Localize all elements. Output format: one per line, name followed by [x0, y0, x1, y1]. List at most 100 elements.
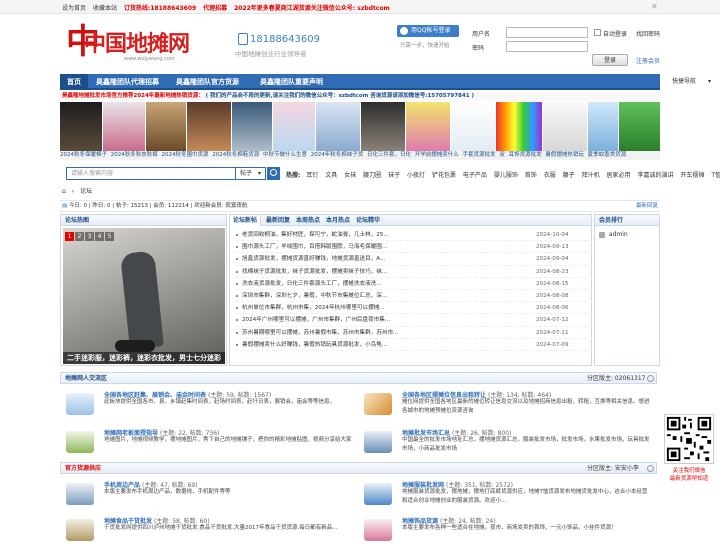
thread-title[interactable]: 旭鑫货源批发，摆摊货源直好赚钱，地摊货源直送目，A...	[242, 253, 462, 265]
slide-dot[interactable]: 3	[85, 232, 94, 241]
tab-latest-reply[interactable]: 最新回复	[266, 215, 290, 226]
product-image[interactable]	[316, 102, 360, 151]
forum-icon[interactable]	[66, 431, 94, 453]
search-scope-select[interactable]: 帖子 ▾	[236, 167, 266, 180]
hot-search-term[interactable]: 耳钉	[306, 172, 318, 179]
slide-dot[interactable]: 2	[75, 232, 84, 241]
hot-search-term[interactable]: 电子产品	[463, 172, 487, 179]
tab-month-hot[interactable]: 本月热点	[326, 215, 350, 226]
hot-search-term[interactable]: 小夜灯	[407, 172, 425, 179]
banner-caption[interactable]: 双	[499, 152, 505, 158]
hot-search-term[interactable]: T恤	[711, 172, 720, 179]
forum-icon[interactable]	[66, 519, 94, 541]
slide-dot[interactable]: 4	[95, 232, 104, 241]
ranking-username[interactable]: admin	[609, 231, 628, 238]
slide-dot[interactable]: 5	[105, 232, 114, 241]
section-moderator[interactable]: 分区版主: 02061317	[587, 373, 645, 384]
thread-title[interactable]: 围巾源头工厂，羊绒围巾，百搭韩版围脖，马海毛保暖围...	[242, 241, 462, 253]
thread-row[interactable]: 2024年广州哪里可以摆摊，广州市集群，广州后盘荷市集... 2024-07-12	[236, 314, 592, 327]
latest-reply-link[interactable]: 最新回复	[636, 201, 658, 212]
login-button[interactable]: 登录	[592, 54, 628, 66]
hot-search-term[interactable]: 文具	[325, 172, 337, 179]
register-link[interactable]: 注册会员	[636, 56, 660, 65]
thread-row[interactable]: 围巾源头工厂，羊绒围巾，百搭韩版围脖，马海毛保暖围... 2024-09-13	[236, 241, 592, 254]
product-image[interactable]	[496, 102, 542, 151]
collapse-icon[interactable]	[647, 375, 654, 382]
find-password-link[interactable]: 找回密码	[636, 29, 660, 38]
thread-row[interactable]: 深圳市集群，深圳七夕，暑假，中秋节市集摊位汇总，深... 2024-08-08	[236, 290, 592, 303]
password-input[interactable]	[506, 41, 588, 52]
hot-search-term[interactable]: 开车摆摊	[680, 172, 704, 179]
hot-search-term[interactable]: 女袜	[344, 172, 356, 179]
thread-row[interactable]: 旭鑫货源批发，摆摊货源直好赚钱，地摊货源直送目，A... 2024-09-04	[236, 253, 592, 266]
section-header[interactable]: 地摊网人交流区 分区版主: 02061317	[60, 372, 657, 384]
slide-caption[interactable]: 二手迷彩服，迷彩裤，迷彩衣批发，男士七分迷彩	[63, 352, 225, 364]
forum-item[interactable]: 全国各地区赶集、展销会、庙会时间表 (主题: 59, 帖数: 1567) 此板块…	[64, 390, 356, 418]
product-image[interactable]	[273, 102, 315, 151]
banner-caption[interactable]: 2024年秋冬棉袜子货	[311, 152, 364, 158]
tab-week-hot[interactable]: 本周热点	[296, 215, 320, 226]
product-image[interactable]	[232, 102, 272, 151]
hot-search-term[interactable]: 李嘉诚的演讲	[637, 172, 673, 179]
product-image[interactable]	[146, 102, 186, 151]
forum-icon[interactable]	[364, 431, 392, 453]
username-input[interactable]	[506, 27, 588, 38]
auto-login-checkbox[interactable]	[594, 29, 601, 36]
qq-login-button[interactable]: 用QQ帐号登录	[397, 25, 459, 37]
hot-search-term[interactable]: 首饰	[525, 172, 537, 179]
forum-icon[interactable]	[364, 393, 392, 415]
thread-title[interactable]: 2024年广州哪里可以摆摊，广州市集群，广州后盘荷市集...	[242, 314, 462, 326]
tab-new-threads[interactable]: 论坛新帖	[230, 215, 262, 226]
thread-title[interactable]: 老货回收桐油，集好材匠，探可宁，蛇油膏，几士林，25...	[242, 229, 462, 241]
close-icon[interactable]: ✕	[651, 2, 658, 11]
banner-caption[interactable]: 中秋节做什么生意	[263, 152, 307, 158]
banner-caption[interactable]: 日化三件套，日化	[367, 152, 411, 158]
product-image[interactable]	[451, 102, 495, 151]
search-button[interactable]	[267, 167, 280, 180]
banner-caption[interactable]: 耳饰货源批发	[509, 152, 542, 158]
tab-digest[interactable]: 论坛精华	[356, 215, 380, 226]
banner-caption[interactable]: 2024秋冬秋衣秋裤	[111, 152, 158, 158]
section-moderator[interactable]: 分区版主: 安安小李	[587, 463, 639, 474]
banner-caption[interactable]: 暑假摆摊热销玩	[545, 152, 584, 158]
thread-title[interactable]: 杭州单位市集群，杭州市集，2024年杭州哪里可以摆摊...	[242, 302, 462, 314]
forum-item[interactable]: 地摊服装批发网 (主题: 351, 帖数: 2572) 地摊服装货源批发，摆地摊…	[362, 480, 654, 508]
banner-caption[interactable]: 夏季蚊香类货源	[588, 152, 627, 158]
product-image[interactable]	[103, 102, 145, 151]
set-home-link[interactable]: 设为首页	[62, 5, 86, 12]
hot-search-term[interactable]: 腰刀圈	[363, 172, 381, 179]
nav-official-source[interactable]: 昊鑫隆团队官方货源	[176, 74, 239, 90]
forum-item[interactable]: 地摊批发市场汇总 (主题: 26, 帖数: 800) 中国最全的批发市场地址汇总…	[362, 428, 654, 456]
forum-item[interactable]: 全国各地区摆摊位信息出租转让 (主题: 134, 帖数: 464) 摊位网提供全…	[362, 390, 654, 418]
thread-title[interactable]: 深圳市集群，深圳七夕，暑假，中秋节市集摊位汇总，深...	[242, 290, 462, 302]
product-image[interactable]	[588, 102, 618, 151]
collapse-icon[interactable]	[647, 465, 654, 472]
nav-home[interactable]: 首页	[60, 74, 88, 90]
hot-search-term[interactable]: 袜子	[388, 172, 400, 179]
promo-marquee[interactable]: 昊鑫隆地摊批发市场官方推荐2024年最新地摊热销货源： ( 我们的产品会不段的更…	[60, 92, 660, 101]
top-notice[interactable]: 2022年更多春夏商江湖货源关注微信公众号: szbdtcom	[234, 5, 390, 12]
section-title[interactable]: 官方货源供应	[65, 465, 101, 472]
product-image[interactable]	[361, 102, 405, 151]
banner-caption[interactable]: 开学前摆摊卖什么	[415, 152, 459, 158]
thread-row[interactable]: 洗衣液货源批发，日化三件套源头工厂，摆摊洗衣液洗... 2024-08-15	[236, 278, 592, 290]
hot-search-term[interactable]: 铲花包裹	[432, 172, 456, 179]
site-logo[interactable]: 中 中国地摊网 www.wojywang.com	[66, 20, 208, 66]
product-image[interactable]	[60, 102, 102, 151]
breadcrumb-current[interactable]: 论坛	[80, 188, 92, 195]
ranking-item[interactable]: admin	[599, 231, 628, 238]
banner-caption[interactable]: 2024秋冬围巾货源	[162, 152, 209, 158]
thread-title[interactable]: 暑假摆摊卖什么好赚钱，暑假热销玩具货源批发，小鸟龟...	[242, 339, 462, 351]
section-title[interactable]: 地摊网人交流区	[65, 375, 107, 382]
nav-statement[interactable]: 昊鑫隆团队重要声明	[260, 74, 323, 90]
thread-row[interactable]: 老货回收桐油，集好材匠，探可宁，蛇油膏，几士林，25... 2024-10-04	[236, 229, 592, 242]
product-image[interactable]	[619, 102, 660, 151]
home-icon[interactable]: ⌂	[62, 188, 66, 195]
section-header[interactable]: 官方货源供应 分区版主: 安安小李	[60, 462, 657, 474]
hot-search-term[interactable]: 拜汁机	[582, 172, 600, 179]
hot-search-term[interactable]: 婴儿服饰	[494, 172, 518, 179]
search-input[interactable]: 请输入搜索内容	[66, 167, 236, 180]
nav-agent[interactable]: 昊鑫隆团队代理招募	[96, 74, 159, 90]
thread-row[interactable]: 苏州暑期哪里可以摆摊，苏州暑假市集，苏州市集群，苏州市... 2024-07-11	[236, 327, 592, 339]
slide-dot[interactable]: 1	[65, 232, 74, 241]
